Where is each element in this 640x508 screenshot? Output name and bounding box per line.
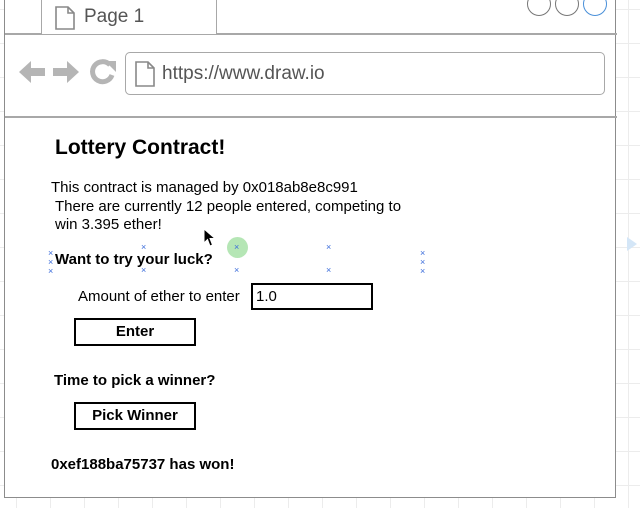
entered-text-line2: win 3.395 ether! — [55, 216, 162, 233]
forward-arrow-icon[interactable] — [51, 58, 81, 86]
selection-handle-icon: × — [234, 242, 240, 252]
tab-label: Page 1 — [84, 6, 145, 27]
url-text: https://www.draw.io — [162, 63, 325, 84]
expand-arrow-icon[interactable] — [626, 236, 638, 252]
window-control-icon[interactable] — [527, 0, 551, 16]
pick-winner-button[interactable]: Pick Winner — [74, 402, 196, 430]
window-control-icon[interactable] — [555, 0, 579, 16]
selection-handle-icon[interactable]: × — [326, 266, 331, 275]
window-control-icon[interactable] — [583, 0, 607, 16]
cursor-icon — [203, 228, 217, 247]
selection-handle-icon[interactable]: × × × — [48, 249, 53, 276]
page-title: Lottery Contract! — [55, 136, 226, 159]
rotate-handle-icon[interactable]: × — [227, 237, 248, 258]
address-bar[interactable]: https://www.draw.io — [125, 52, 605, 95]
selection-handle-icon[interactable]: × — [141, 243, 146, 252]
reload-icon[interactable] — [89, 58, 117, 86]
manager-text: This contract is managed by 0x018ab8e8c9… — [51, 179, 358, 196]
selection-handle-icon[interactable]: × — [234, 266, 239, 275]
selection-handle-icon[interactable]: × — [326, 243, 331, 252]
tab-page-1[interactable]: Page 1 — [41, 0, 217, 34]
entered-text-line1: There are currently 12 people entered, c… — [55, 198, 402, 215]
enter-button[interactable]: Enter — [74, 318, 196, 346]
amount-label: Amount of ether to enter — [78, 288, 240, 305]
amount-input[interactable]: 1.0 — [251, 283, 373, 310]
winner-text: 0xef188ba75737 has won! — [51, 456, 235, 473]
pick-winner-heading: Time to pick a winner? — [54, 372, 216, 389]
selection-handle-icon[interactable]: × × × — [420, 249, 425, 276]
navbar-divider — [5, 116, 617, 118]
selection-handle-icon[interactable]: × — [141, 266, 146, 275]
page-icon — [55, 6, 75, 30]
back-arrow-icon[interactable] — [17, 58, 47, 86]
document-icon — [135, 61, 155, 87]
try-luck-heading[interactable]: Want to try your luck? — [55, 251, 213, 268]
